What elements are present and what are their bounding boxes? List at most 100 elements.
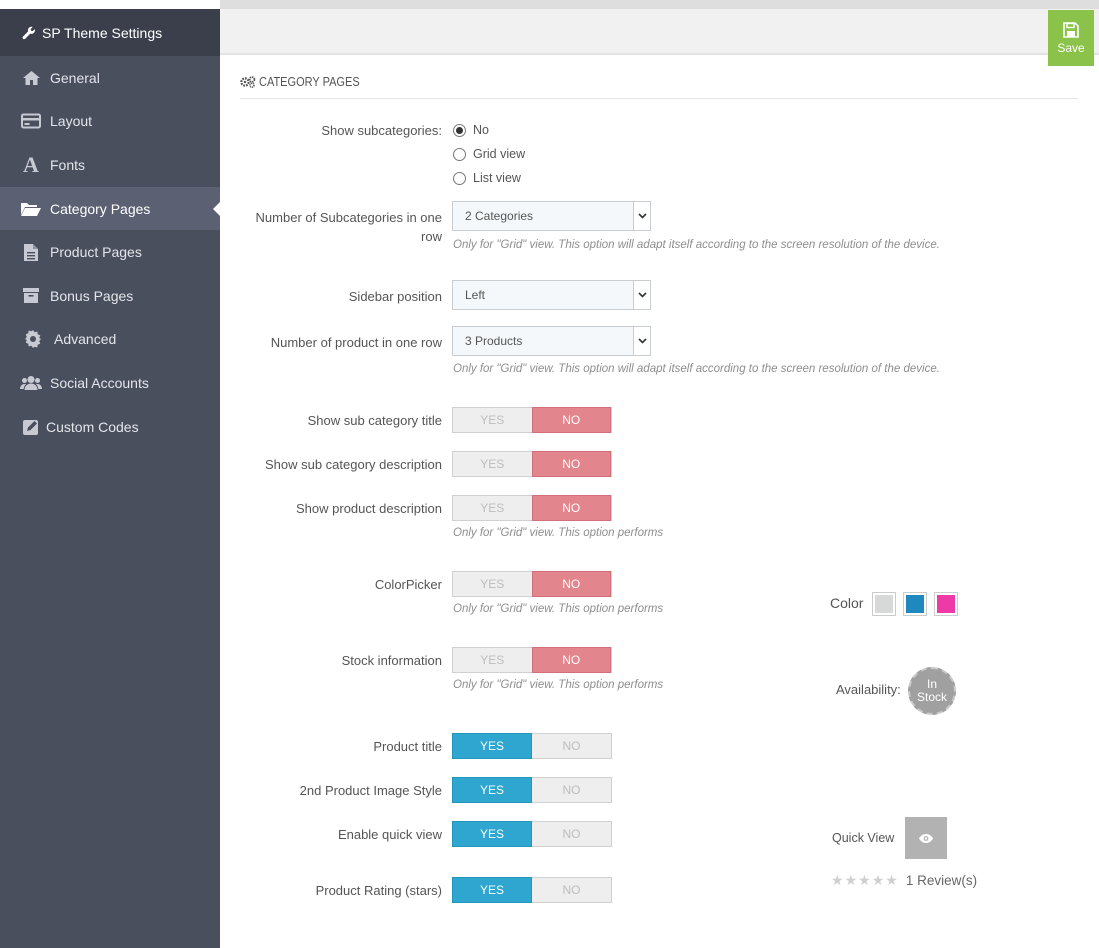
subcategories-per-row-select[interactable]: 2 Categories [452,201,651,231]
radio-option-list-view[interactable]: List view [453,171,521,185]
toolbar: Save [220,9,1099,66]
label-line: Number of Subcategories in one [255,210,442,225]
switch-no[interactable]: NO [532,778,611,802]
second-image-style-switch[interactable]: YES NO [452,777,612,803]
star-icon: ★ [885,872,898,888]
switch-yes[interactable]: YES [452,733,532,759]
main-content: CATEGORY PAGES Show subcategories: No Gr… [240,57,1080,948]
switch-no[interactable]: NO [531,571,611,597]
chevron-down-icon [633,281,650,309]
product-title-switch[interactable]: YES NO [452,733,612,759]
label-line: row [421,229,442,244]
switch-no[interactable]: NO [532,734,611,758]
product-description-help-text: Only for "Grid" view. This option perfor… [453,527,664,539]
availability-label: Availability: [836,682,901,697]
sidebar-item-layout[interactable]: Layout [0,100,220,144]
select-value: 3 Products [465,334,523,348]
credit-card-icon [20,111,42,131]
switch-no[interactable]: NO [531,495,611,521]
enable-quick-view-switch[interactable]: YES NO [452,821,612,847]
star-icon: ★ [871,872,885,888]
radio-label: List view [473,171,521,185]
sidebar-item-fonts[interactable]: A Fonts [0,143,220,187]
show-subcategories-label: Show subcategories: [321,123,442,138]
color-picker-help-text: Only for "Grid" view. This option perfor… [453,603,664,615]
sidebar-title: SP Theme Settings [42,24,163,41]
floppy-disk-icon [1063,21,1079,38]
eye-icon [919,833,933,843]
badge-line: Stock [916,690,947,704]
switch-no[interactable]: NO [531,407,611,433]
color-picker-switch[interactable]: YES NO [452,571,612,597]
subcategories-help-text: Only for "Grid" view. This option will a… [453,239,940,251]
stock-information-switch[interactable]: YES NO [452,647,612,673]
show-sub-category-description-switch[interactable]: YES NO [452,451,612,477]
edit-icon [20,417,42,437]
sidebar-item-social-accounts[interactable]: Social Accounts [0,361,220,405]
sidebar-item-label: General [50,69,100,86]
radio-option-grid-view[interactable]: Grid view [453,147,525,161]
archive-icon [20,286,42,306]
switch-yes[interactable]: YES [452,777,532,803]
sidebar-item-label: Advanced [54,331,117,348]
switch-yes[interactable]: YES [453,648,532,672]
products-per-row-select[interactable]: 3 Products [452,326,651,356]
radio-option-no[interactable]: No [453,123,489,137]
section-title: CATEGORY PAGES [259,75,360,89]
sidebar-position-select[interactable]: Left [452,280,651,310]
star-icon: ★ [831,872,844,888]
switch-no[interactable]: NO [532,822,611,846]
sidebar-top-strip [0,0,220,9]
quick-view-label: Quick View [832,831,895,845]
switch-no[interactable]: NO [531,451,611,477]
quick-view-button [905,817,947,859]
stock-information-label: Stock information [341,653,442,668]
switch-no[interactable]: NO [532,878,611,902]
sidebar-item-custom-codes[interactable]: Custom Codes [0,405,220,449]
file-icon [20,242,42,262]
switch-yes[interactable]: YES [452,821,532,847]
color-picker-label: ColorPicker [374,577,442,592]
switch-yes[interactable]: YES [453,408,532,432]
switch-yes[interactable]: YES [453,572,532,596]
enable-quick-view-label: Enable quick view [337,827,442,842]
font-icon: A [23,151,39,177]
color-swatch [934,592,958,616]
switch-yes[interactable]: YES [452,877,532,903]
switch-yes[interactable]: YES [453,452,532,476]
gear-icon [22,329,44,349]
subcategories-per-row-label: Number of Subcategories in one row [256,208,442,246]
star-icon: ★ [844,872,858,888]
show-sub-category-description-label: Show sub category description [264,457,442,472]
star-icon: ★ [858,872,871,888]
switch-yes[interactable]: YES [453,496,532,520]
folder-open-icon [20,199,42,219]
color-swatch [903,592,927,616]
sidebar-item-category-pages[interactable]: Category Pages [0,186,220,231]
sidebar-item-product-pages[interactable]: Product Pages [0,230,220,274]
color-preview-label: Color [830,595,864,611]
save-label: Save [1057,40,1085,55]
product-rating-label: Product Rating (stars) [315,883,442,898]
radio-button[interactable] [453,123,466,137]
select-value: 2 Categories [465,209,534,223]
product-rating-switch[interactable]: YES NO [452,877,612,903]
show-sub-category-title-switch[interactable]: YES NO [452,407,612,433]
sidebar-position-label: Sidebar position [348,289,442,304]
sidebar-item-advanced[interactable]: Advanced [0,318,220,362]
stock-information-help-text: Only for "Grid" view. This option perfor… [453,679,664,691]
switch-no[interactable]: NO [531,647,611,673]
radio-button[interactable] [453,171,466,185]
sidebar-item-general[interactable]: General [0,56,220,100]
sidebar-item-label: Bonus Pages [50,287,134,304]
chevron-down-icon [633,327,650,355]
gears-icon [240,76,256,91]
sidebar-item-bonus-pages[interactable]: Bonus Pages [0,274,220,318]
sidebar-item-label: Custom Codes [46,418,139,435]
sidebar-item-label: Layout [50,113,93,130]
show-product-description-switch[interactable]: YES NO [452,495,612,521]
radio-button[interactable] [453,147,466,161]
show-product-description-label: Show product description [296,501,442,516]
users-icon [20,373,42,393]
sidebar-item-label: Category Pages [50,200,151,217]
